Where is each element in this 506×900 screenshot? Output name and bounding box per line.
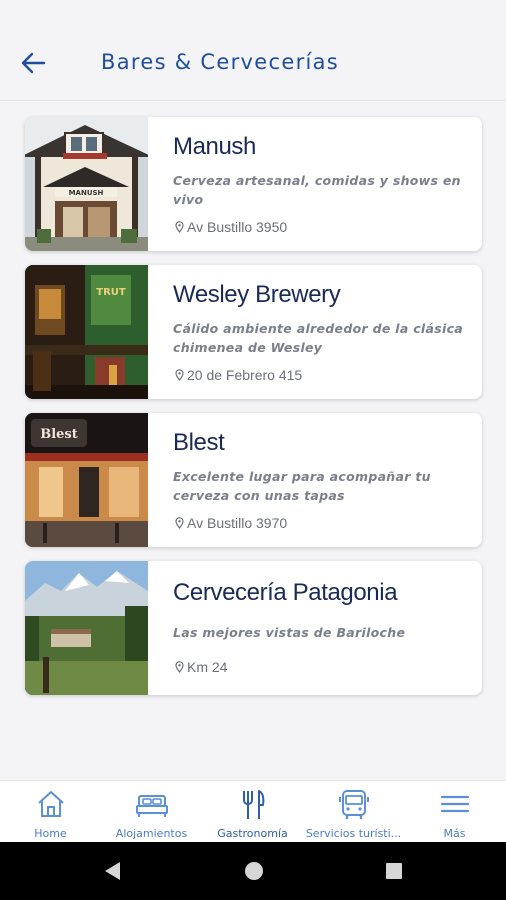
location-pin-icon: [175, 369, 184, 381]
place-description: Las mejores vistas de Bariloche: [173, 625, 406, 640]
place-address: Av Bustillo 3970: [175, 515, 287, 531]
place-name: Wesley Brewery: [173, 281, 341, 308]
location-pin-icon: [175, 517, 184, 529]
place-address-text: 20 de Febrero 415: [187, 367, 303, 383]
tab-label: Gastronomía: [217, 827, 288, 840]
nav-back-icon[interactable]: [102, 860, 124, 882]
location-pin-icon: [175, 221, 184, 233]
cerveceria-patagonia-photo: [25, 561, 148, 695]
tab-alojamientos[interactable]: Alojamientos: [101, 781, 202, 843]
nav-home-icon[interactable]: [243, 860, 265, 882]
blest-photo: Blest: [25, 413, 148, 547]
tab-label: Servicios turísti...: [305, 827, 402, 840]
place-address-text: Km 24: [187, 659, 228, 675]
place-name: Blest: [173, 429, 225, 456]
tab-label: Más: [443, 827, 466, 840]
tab-label: Alojamientos: [115, 827, 188, 840]
tab-servicios-turisticos[interactable]: Servicios turísti...: [303, 781, 404, 843]
place-card-wesley-brewery[interactable]: TRUT Wesley Brewery Cálido ambiente alre…: [25, 265, 482, 399]
tab-mas[interactable]: Más: [404, 781, 505, 843]
nav-recents-icon[interactable]: [383, 860, 405, 882]
page-title: Bares & Cervecerías: [101, 50, 340, 74]
svg-text:MANUSH: MANUSH: [69, 189, 104, 197]
system-navigation-bar: [0, 842, 506, 900]
bottom-tab-bar: Home Alojamientos Gastronomía Servicios …: [0, 780, 506, 843]
app-header: Bares & Cervecerías: [0, 24, 506, 101]
place-description: Cálido ambiente alrededor de la clásica …: [173, 321, 464, 355]
place-card-manush[interactable]: MANUSH Manush Cerveza artesanal, comidas…: [25, 117, 482, 251]
back-arrow-icon[interactable]: [18, 50, 48, 76]
wesley-brewery-photo: TRUT: [25, 265, 148, 399]
place-card-cerveceria-patagonia[interactable]: Cervecería Patagonia Las mejores vistas …: [25, 561, 482, 695]
location-pin-icon: [175, 661, 184, 673]
place-address-text: Av Bustillo 3950: [187, 219, 288, 235]
tab-label: Home: [34, 827, 67, 840]
menu-icon: [440, 795, 469, 813]
bus-icon: [338, 790, 369, 819]
place-card-blest[interactable]: Blest Blest Excelente lugar para acompañ…: [25, 413, 482, 547]
place-address-text: Av Bustillo 3970: [187, 515, 288, 531]
places-list: MANUSH Manush Cerveza artesanal, comidas…: [25, 117, 482, 709]
tab-home[interactable]: Home: [0, 781, 101, 843]
tab-gastronomia[interactable]: Gastronomía: [202, 781, 303, 843]
home-icon: [37, 791, 64, 817]
place-address: 20 de Febrero 415: [175, 367, 302, 383]
place-name: Manush: [173, 133, 256, 160]
place-address: Av Bustillo 3950: [175, 219, 287, 235]
svg-text:Blest: Blest: [40, 427, 78, 442]
bed-icon: [135, 795, 168, 817]
place-description: Cerveza artesanal, comidas y shows en vi…: [173, 173, 461, 207]
cutlery-icon: [242, 790, 264, 819]
manush-photo: MANUSH: [25, 117, 148, 251]
place-description: Excelente lugar para acompañar tu cervez…: [173, 469, 431, 503]
svg-text:TRUT: TRUT: [96, 287, 126, 298]
place-address: Km 24: [175, 659, 227, 675]
place-name: Cervecería Patagonia: [173, 579, 398, 606]
status-bar: [0, 0, 506, 24]
